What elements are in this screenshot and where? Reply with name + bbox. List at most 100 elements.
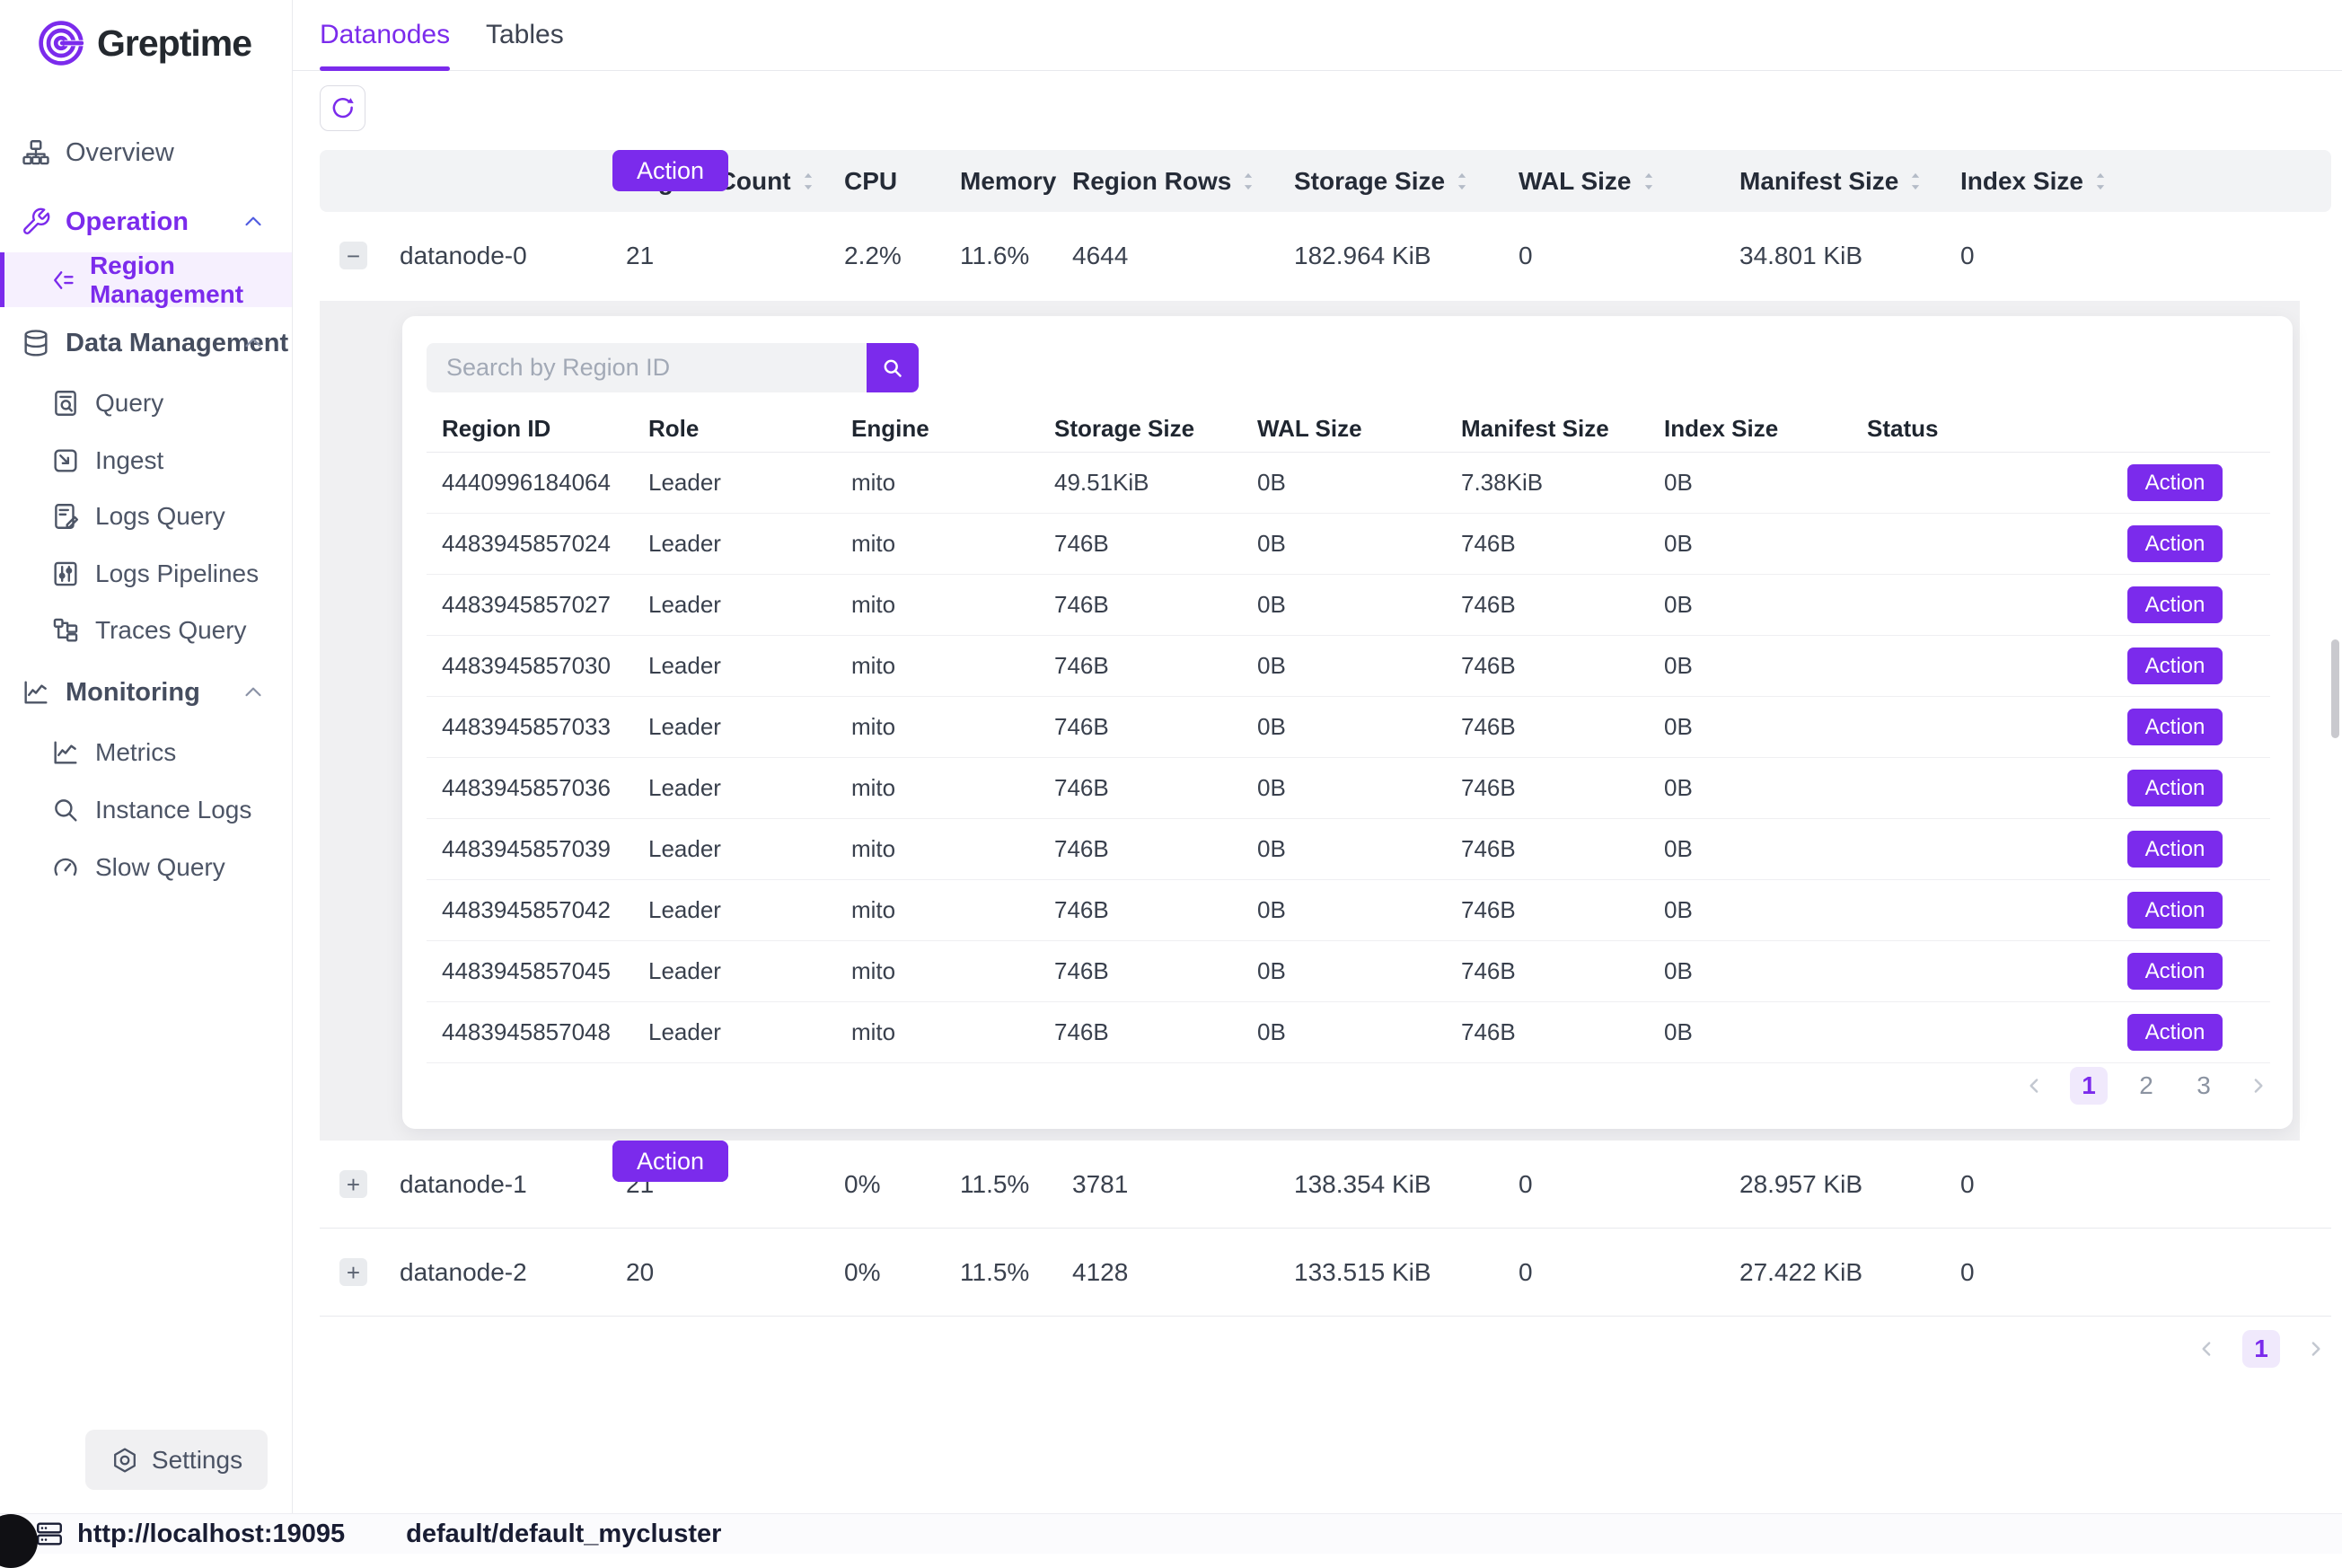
region-table-row: 4483945857048Leadermito746B0B746B0BActio… <box>427 1002 2270 1063</box>
expand-row-button[interactable]: + <box>339 1258 367 1286</box>
region-action-button[interactable]: Action <box>2127 892 2223 929</box>
server-url[interactable]: http://localhost:19095 <box>77 1520 345 1549</box>
sort-icon[interactable] <box>2091 170 2109 193</box>
cell-memory: 11.6% <box>960 242 1072 270</box>
sort-icon[interactable] <box>1239 170 1257 193</box>
region-action-button[interactable]: Action <box>2127 953 2223 990</box>
region-cell-manifest-size: 746B <box>1461 896 1664 924</box>
pagination-next-icon[interactable] <box>2242 1070 2273 1101</box>
status-bar: http://localhost:19095 default/default_m… <box>0 1513 2342 1554</box>
region-search-input[interactable] <box>427 343 867 392</box>
sidebar-group-label: Operation <box>66 207 189 237</box>
sidebar-item-label: Metrics <box>95 738 176 767</box>
settings-button[interactable]: Settings <box>85 1430 268 1490</box>
sidebar-item-overview[interactable]: Overview <box>21 133 174 172</box>
pagination-prev-icon[interactable] <box>2020 1070 2050 1101</box>
region-cell-storage-size: 746B <box>1054 957 1257 985</box>
document-edit-icon <box>50 501 81 532</box>
scrollbar-thumb[interactable] <box>2331 639 2339 738</box>
cluster-name[interactable]: default/default_mycluster <box>406 1520 721 1549</box>
tab-tables[interactable]: Tables <box>486 0 564 70</box>
region-cell-role: Leader <box>648 1018 851 1046</box>
region-action-button[interactable]: Action <box>2127 1014 2223 1051</box>
greptime-logo-icon <box>36 18 86 68</box>
sidebar-item-logs-query[interactable]: Logs Query <box>50 497 225 536</box>
tab-datanodes[interactable]: Datanodes <box>320 0 450 70</box>
sort-icon[interactable] <box>799 170 817 193</box>
pagination-page-1[interactable]: 1 <box>2070 1067 2108 1105</box>
region-action-button[interactable]: Action <box>2127 709 2223 745</box>
cell-wal-size: 0 <box>1519 242 1739 270</box>
pipelines-sliders-icon <box>50 559 81 589</box>
sidebar-item-query[interactable]: Query <box>50 383 163 423</box>
cell-region-count: 20 <box>626 1258 844 1287</box>
region-table-row: 4483945857039Leadermito746B0B746B0BActio… <box>427 819 2270 880</box>
region-cell-manifest-size: 746B <box>1461 1018 1664 1046</box>
region-pagination: 1 2 3 <box>2020 1067 2273 1105</box>
pagination-prev-icon[interactable] <box>2192 1334 2223 1364</box>
region-cell-engine: mito <box>851 591 1054 619</box>
brand-logo[interactable]: Greptime <box>36 18 251 68</box>
region-action-button[interactable]: Action <box>2127 525 2223 562</box>
chevron-up-icon[interactable] <box>240 330 267 357</box>
header-manifest-size[interactable]: Manifest Size <box>1739 167 1960 196</box>
settings-label: Settings <box>152 1446 242 1475</box>
region-cell-wal-size: 0B <box>1257 896 1461 924</box>
region-cell-role: Leader <box>648 774 851 802</box>
datanode-action-button[interactable]: Action <box>612 150 728 191</box>
region-cell-action: Action <box>2127 770 2270 806</box>
sidebar-item-region-management[interactable]: Region Management <box>0 252 292 307</box>
collapse-row-button[interactable]: − <box>339 242 367 269</box>
cell-region-rows: 3781 <box>1072 1170 1294 1199</box>
region-cell-role: Leader <box>648 713 851 741</box>
sidebar-group-operation[interactable]: Operation <box>21 202 189 242</box>
pagination-next-icon[interactable] <box>2300 1334 2330 1364</box>
pagination-page-3[interactable]: 3 <box>2185 1067 2223 1105</box>
sidebar-item-traces-query[interactable]: Traces Query <box>50 611 247 650</box>
datanode-row-0: − datanode-0 21 2.2% 11.6% 4644 182.964 … <box>320 212 2331 299</box>
wrench-icon <box>21 207 51 237</box>
header-index-size[interactable]: Index Size <box>1960 167 2185 196</box>
datanode-name: datanode-0 <box>400 242 626 270</box>
header-wal-size[interactable]: WAL Size <box>1519 167 1739 196</box>
sidebar-item-ingest[interactable]: Ingest <box>50 441 163 480</box>
sidebar-item-logs-pipelines[interactable]: Logs Pipelines <box>50 554 259 594</box>
chevron-up-icon[interactable] <box>240 208 267 235</box>
sort-icon[interactable] <box>1640 170 1658 193</box>
brand-name: Greptime <box>97 22 251 65</box>
sort-icon[interactable] <box>1906 170 1924 193</box>
chevron-up-icon[interactable] <box>240 679 267 706</box>
region-table-row: 4483945857045Leadermito746B0B746B0BActio… <box>427 941 2270 1002</box>
region-table-row: 4483945857036Leadermito746B0B746B0BActio… <box>427 758 2270 819</box>
refresh-icon <box>330 95 357 122</box>
datanode-action-button[interactable]: Action <box>612 1141 728 1182</box>
region-cell-index-size: 0B <box>1664 591 1867 619</box>
header-manifest-size: Manifest Size <box>1461 415 1664 443</box>
cell-region-rows: 4128 <box>1072 1258 1294 1287</box>
region-action-button[interactable]: Action <box>2127 647 2223 684</box>
sidebar-item-slow-query[interactable]: Slow Query <box>50 848 225 887</box>
sidebar-item-instance-logs[interactable]: Instance Logs <box>50 790 251 830</box>
sidebar-item-metrics[interactable]: Metrics <box>50 733 176 772</box>
sort-icon[interactable] <box>1453 170 1471 193</box>
cell-memory: 11.5% <box>960 1170 1072 1199</box>
region-cell-storage-size: 746B <box>1054 1018 1257 1046</box>
header-region-rows[interactable]: Region Rows <box>1072 167 1294 196</box>
cell-storage-size: 182.964 KiB <box>1294 242 1519 270</box>
region-action-button[interactable]: Action <box>2127 831 2223 868</box>
pagination-page-2[interactable]: 2 <box>2127 1067 2165 1105</box>
expand-row-button[interactable]: + <box>339 1170 367 1198</box>
region-action-button[interactable]: Action <box>2127 586 2223 623</box>
region-cell-region-id: 4483945857033 <box>427 713 648 741</box>
region-action-button[interactable]: Action <box>2127 770 2223 806</box>
header-storage-size[interactable]: Storage Size <box>1294 167 1519 196</box>
header-wal-size: WAL Size <box>1257 415 1461 443</box>
region-search-button[interactable] <box>867 343 919 392</box>
pagination-page-1[interactable]: 1 <box>2242 1330 2280 1368</box>
sidebar-group-monitoring[interactable]: Monitoring <box>21 673 200 712</box>
refresh-button[interactable] <box>320 85 365 131</box>
region-action-button[interactable]: Action <box>2127 464 2223 501</box>
corner-floating-button[interactable] <box>0 1514 38 1568</box>
trace-tree-icon <box>50 615 81 646</box>
region-cell-index-size: 0B <box>1664 957 1867 985</box>
